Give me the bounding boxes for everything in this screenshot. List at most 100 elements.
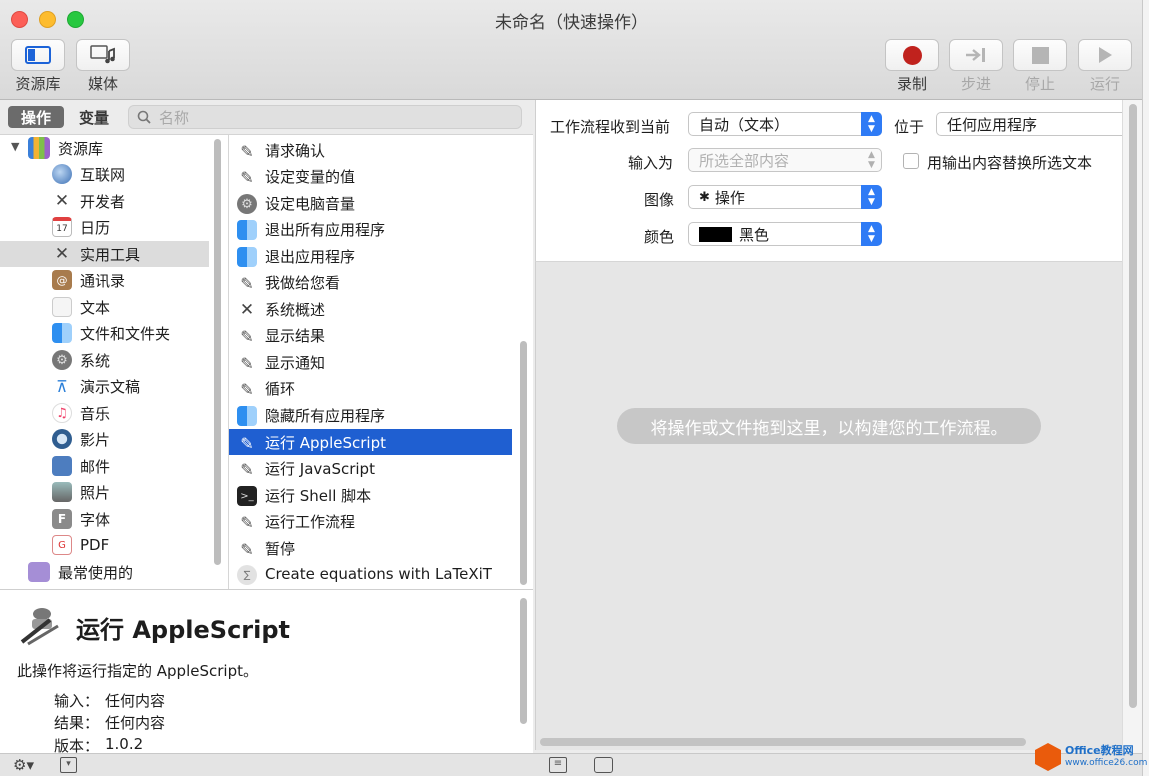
log-view-icon[interactable] <box>594 757 613 773</box>
search-field[interactable]: 名称 <box>128 105 522 129</box>
workflow-scroll-thumb[interactable] <box>1129 104 1137 708</box>
tab-variables[interactable]: 变量 <box>68 106 120 128</box>
smart-folder-icon <box>28 562 50 582</box>
keynote-icon: ⊼ <box>56 376 68 396</box>
library-item-internet[interactable]: 互联网 <box>0 161 209 187</box>
image-popup[interactable]: ✱ 操作 ▲ ▼ <box>688 185 882 209</box>
canvas-horizontal-scrollbar[interactable] <box>540 738 1026 746</box>
color-popup[interactable]: 黑色 ▲ ▼ <box>688 222 882 246</box>
action-item-label: 我做给您看 <box>265 273 341 292</box>
automator-robot-icon: ✎ <box>240 379 254 399</box>
library-toggle-button[interactable] <box>11 39 65 71</box>
gear-icon: ✱ <box>699 189 710 205</box>
action-item[interactable]: ✎ 设定变量的值 <box>229 163 512 189</box>
run-button[interactable] <box>1078 39 1132 71</box>
media-button[interactable] <box>76 39 130 71</box>
library-item-label: 邮件 <box>80 457 111 476</box>
action-item[interactable]: ∑ Create equations with LaTeXiT <box>229 561 512 587</box>
action-item[interactable]: ✎ 显示结果 <box>229 322 512 348</box>
automator-robot-icon <box>20 608 59 646</box>
color-swatch <box>699 226 732 242</box>
library-recent-label: 最常使用的 <box>58 563 134 582</box>
tools-icon: ✕ <box>54 191 70 211</box>
library-recent-row[interactable]: 最常使用的 <box>0 559 209 585</box>
replace-selection-checkbox[interactable] <box>903 153 919 169</box>
action-item[interactable]: ✎ 暂停 <box>229 535 512 561</box>
library-item-text[interactable]: 文本 <box>0 294 209 320</box>
tab-actions[interactable]: 操作 <box>8 106 64 128</box>
finder-icon <box>237 220 257 240</box>
library-item-presentations[interactable]: ⊼ 演示文稿 <box>0 373 209 399</box>
action-list-scrollbar[interactable] <box>520 341 527 585</box>
action-item[interactable]: ✎ 运行 JavaScript <box>229 455 512 481</box>
step-button[interactable] <box>949 39 1003 71</box>
action-item-label: 退出所有应用程序 <box>265 220 386 239</box>
action-item-label: 暂停 <box>265 539 296 558</box>
pdf-icon: G <box>52 535 72 555</box>
record-button[interactable] <box>885 39 939 71</box>
library-label: 资源库 <box>15 75 61 93</box>
list-view-icon[interactable]: ≡ <box>549 757 567 773</box>
library-item-developer[interactable]: ✕ 开发者 <box>0 188 209 214</box>
application-popup[interactable]: 任何应用程序 <box>936 112 1126 136</box>
library-item-pdf[interactable]: G PDF <box>0 532 209 558</box>
action-item[interactable]: ✎ 请求确认 <box>229 137 512 163</box>
library-item-files-folders[interactable]: 文件和文件夹 <box>0 320 209 346</box>
stop-button[interactable] <box>1013 39 1067 71</box>
library-item-label: 字体 <box>80 510 111 529</box>
library-item-system[interactable]: ⚙ 系统 <box>0 347 209 373</box>
input-value: 任何内容 <box>105 692 166 710</box>
action-list: ✎ 请求确认 ✎ 设定变量的值 ⚙ 设定电脑音量 退出所有应用程序 退出应用程序 ✎ 我… <box>229 135 533 589</box>
workflow-settings: 工作流程收到当前 自动（文本） ▲ ▼ 位于 任何应用程序 输入为 所选全部内容 … <box>535 100 1126 262</box>
library-item-contacts[interactable]: @ 通讯录 <box>0 267 209 293</box>
action-item[interactable]: ✎ 我做给您看 <box>229 269 512 295</box>
library-item-utilities[interactable]: ✕ 实用工具 <box>0 241 209 267</box>
library-root-row[interactable]: ▼ 资源库 <box>0 135 209 161</box>
show-description-icon[interactable]: ▾ <box>60 757 77 773</box>
font-book-icon: F <box>52 509 72 529</box>
toolbar: 未命名（快速操作） 资源库 媒体 录制 步进 停止 运行 <box>0 0 1142 100</box>
action-item[interactable]: 隐藏所有应用程序 <box>229 402 512 428</box>
action-item[interactable]: >_ 运行 Shell 脚本 <box>229 482 512 508</box>
chevron-updown-icon: ▲ ▼ <box>861 185 882 209</box>
library-item-label: 影片 <box>80 430 111 449</box>
action-item-label: 设定变量的值 <box>265 167 356 186</box>
globe-icon <box>52 164 72 184</box>
library-root-label: 资源库 <box>58 139 104 158</box>
action-item-selected[interactable]: ✎ 运行 AppleScript <box>229 429 512 455</box>
action-item[interactable]: ✕ 系统概述 <box>229 296 512 322</box>
action-item-label: 运行 AppleScript <box>265 433 386 452</box>
action-item[interactable]: ✎ 循环 <box>229 375 512 401</box>
description-scrollbar[interactable] <box>520 598 527 724</box>
library-item-calendar[interactable]: 17 日历 <box>0 214 209 240</box>
library-item-fonts[interactable]: F 字体 <box>0 506 209 532</box>
library-item-mail[interactable]: 邮件 <box>0 453 209 479</box>
library-item-label: 照片 <box>80 483 111 502</box>
automator-robot-icon: ✎ <box>240 326 254 346</box>
workflow-canvas[interactable]: 将操作或文件拖到这里，以构建您的工作流程。 <box>535 262 1122 750</box>
gear-menu-icon[interactable]: ⚙▾ <box>13 756 34 774</box>
library-scrollbar[interactable] <box>214 139 221 565</box>
action-item[interactable]: ✎ 运行工作流程 <box>229 508 512 534</box>
input-is-popup[interactable]: 所选全部内容 ▲ ▼ <box>688 148 882 172</box>
run-label: 运行 <box>1089 75 1120 93</box>
image-label: 图像 <box>644 191 675 209</box>
action-item-label: 运行工作流程 <box>265 512 356 531</box>
workflow-vertical-scrollbar[interactable] <box>1122 100 1142 753</box>
disclosure-triangle-icon[interactable]: ▼ <box>11 140 19 153</box>
receives-label: 工作流程收到当前 <box>550 118 671 136</box>
receives-popup[interactable]: 自动（文本） ▲ ▼ <box>688 112 882 136</box>
action-item[interactable]: ⚙ 设定电脑音量 <box>229 190 512 216</box>
action-item[interactable]: 退出应用程序 <box>229 243 512 269</box>
library-item-photos[interactable]: 照片 <box>0 479 209 505</box>
background-window <box>1143 0 1149 776</box>
bottom-bar: ⚙▾ ▾ ≡ <box>0 753 1142 776</box>
library-item-music[interactable]: ♫ 音乐 <box>0 400 209 426</box>
library-item-label: 开发者 <box>80 192 126 211</box>
step-icon <box>966 48 985 62</box>
action-item[interactable]: ✎ 显示通知 <box>229 349 512 375</box>
library-folder-icon <box>28 137 50 159</box>
library-item-movies[interactable]: 影片 <box>0 426 209 452</box>
action-item-label: 运行 JavaScript <box>265 459 375 478</box>
action-item[interactable]: 退出所有应用程序 <box>229 216 512 242</box>
